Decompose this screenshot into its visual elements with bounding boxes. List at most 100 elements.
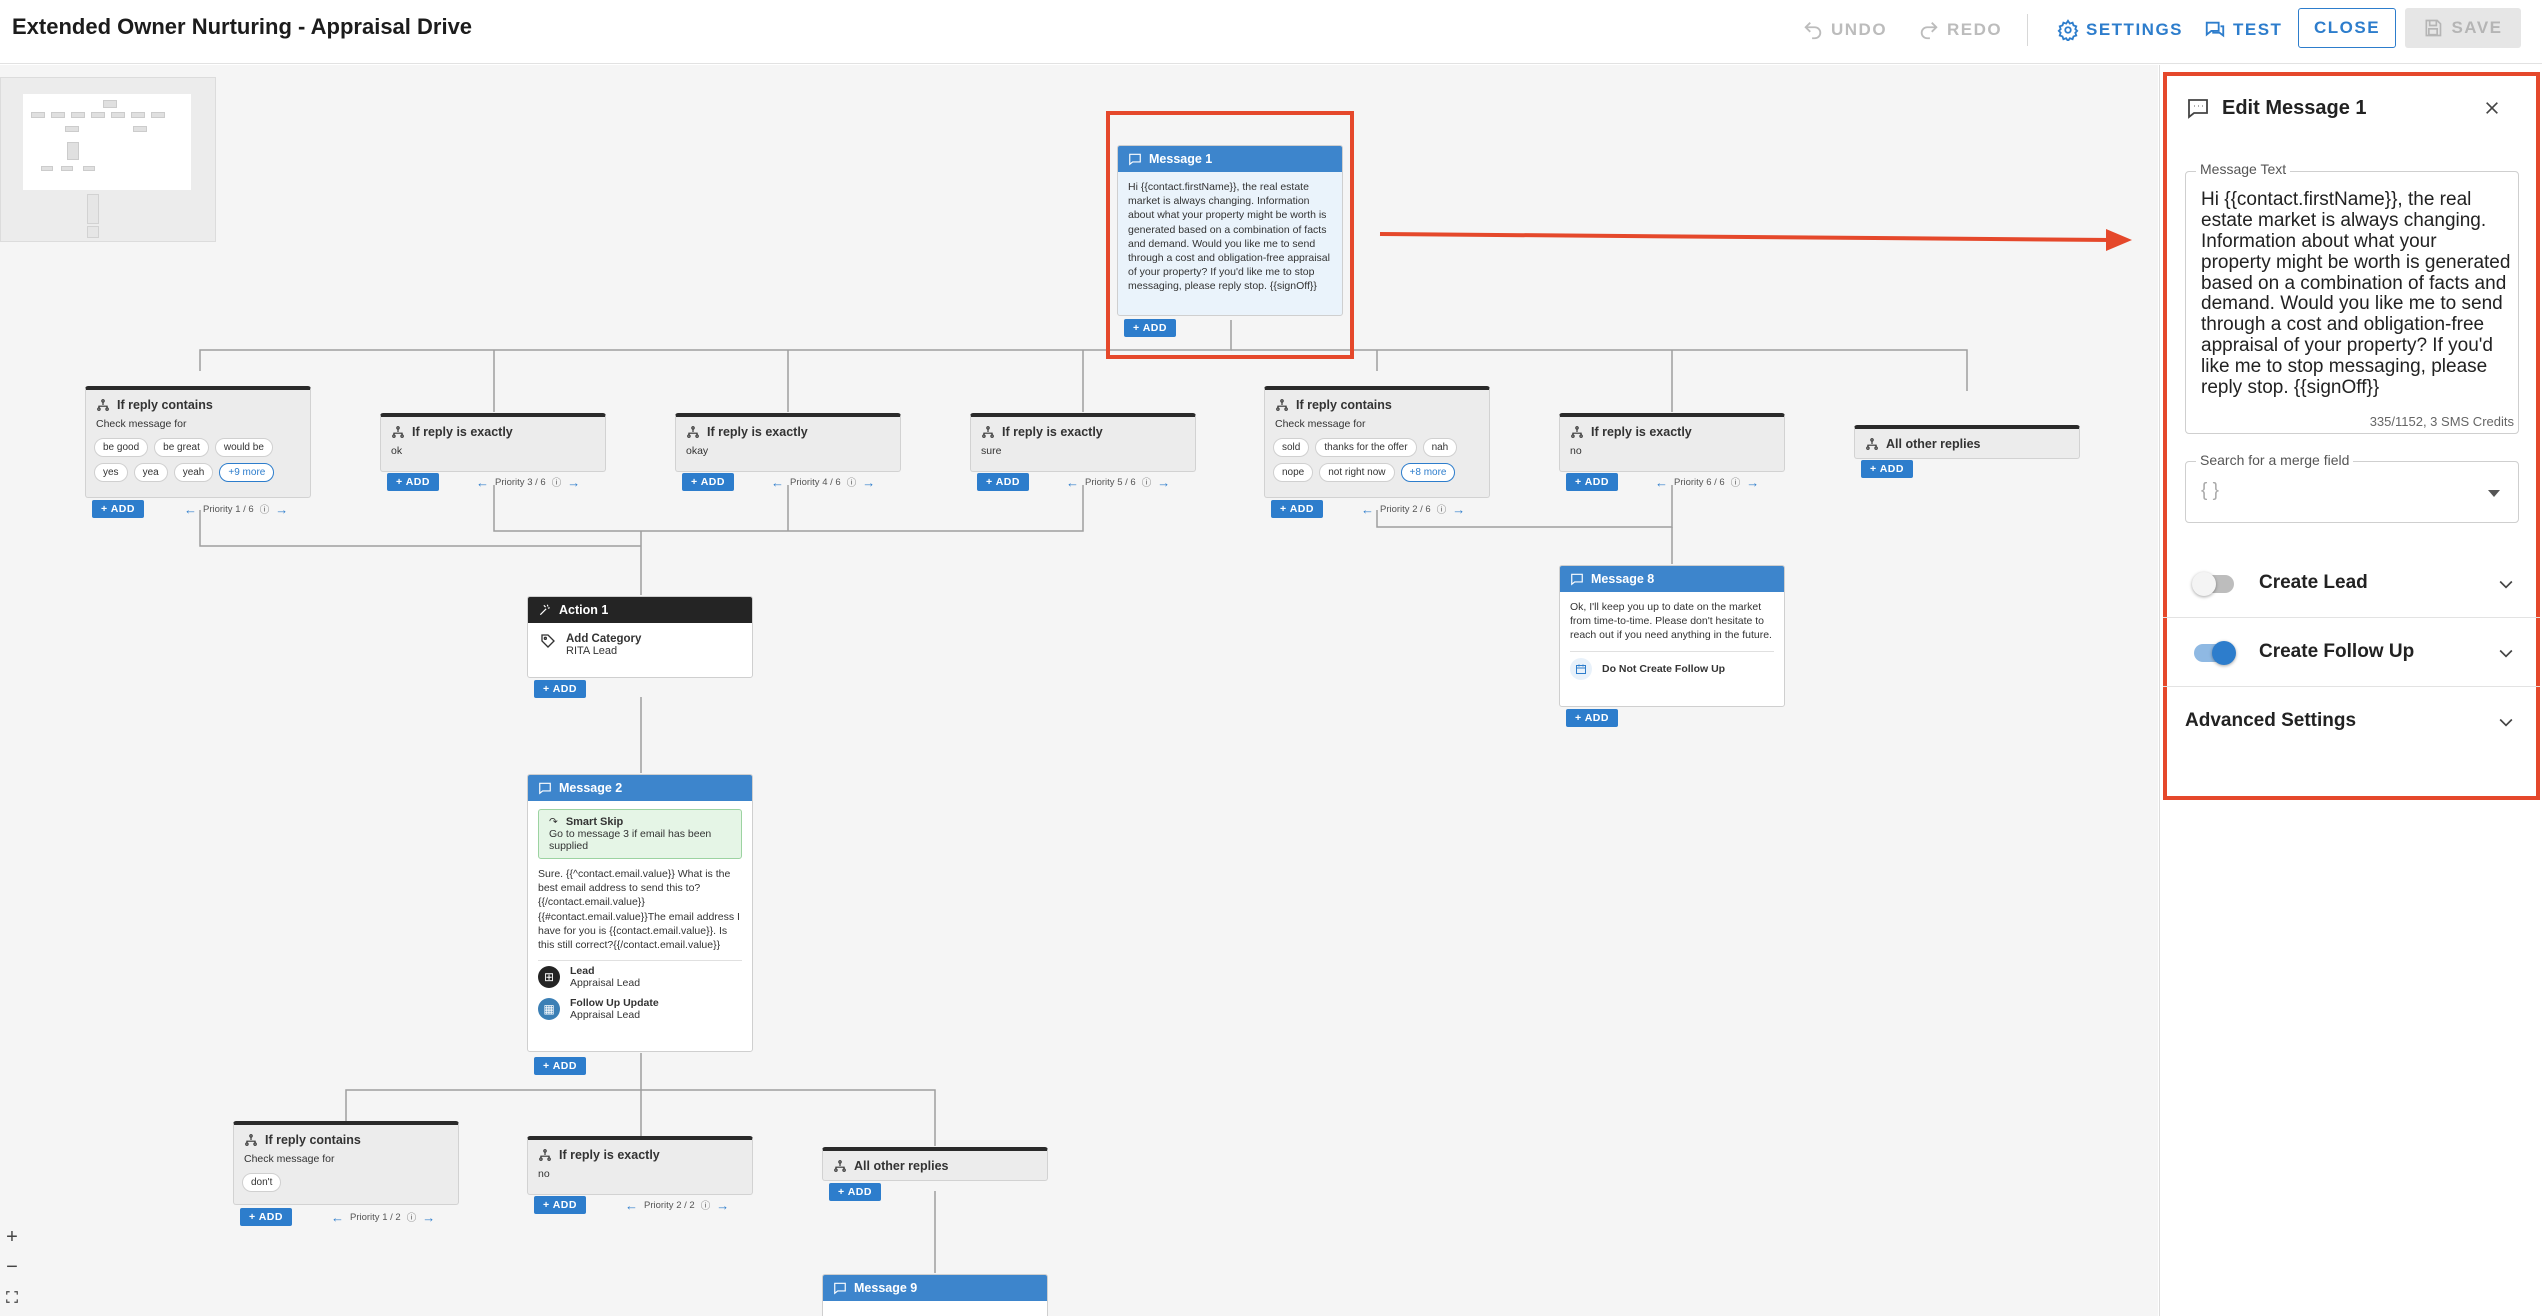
- add-button[interactable]: + ADD: [534, 1196, 586, 1214]
- condition-node-2[interactable]: If reply is exactly ok: [380, 413, 606, 472]
- message-9-node[interactable]: Message 9: [822, 1274, 1048, 1316]
- priority-control[interactable]: ← Priority 1 / 2 ⓘ →: [331, 1208, 435, 1226]
- condition-node-5[interactable]: If reply contains Check message for sold…: [1264, 386, 1490, 498]
- close-button[interactable]: CLOSE: [2298, 8, 2396, 48]
- add-button[interactable]: + ADD: [534, 680, 586, 698]
- priority-control[interactable]: ← Priority 3 / 6 ⓘ →: [476, 473, 580, 491]
- tag-icon: [541, 634, 555, 648]
- merge-field-value: { }: [2201, 480, 2219, 501]
- chevron-down-icon[interactable]: [2496, 643, 2516, 663]
- branch-icon: [1276, 399, 1288, 411]
- condition-node-8[interactable]: If reply contains Check message for don'…: [233, 1121, 459, 1205]
- save-icon: [2425, 19, 2442, 37]
- add-button[interactable]: + ADD: [387, 473, 439, 491]
- add-button[interactable]: + ADD: [977, 473, 1029, 491]
- action-1-node[interactable]: Action 1 Add Category RITA Lead: [527, 596, 753, 678]
- smart-skip-box: ↷ Smart Skip Go to message 3 if email has…: [538, 809, 742, 859]
- gear-icon: [2057, 19, 2079, 41]
- message-icon: [539, 782, 551, 795]
- message-icon: [1571, 573, 1583, 586]
- save-button[interactable]: SAVE: [2405, 8, 2521, 48]
- keyword-chip: not right now: [1319, 463, 1395, 482]
- page-title: Extended Owner Nurturing - Appraisal Dri…: [12, 14, 473, 39]
- condition-node-other[interactable]: All other replies: [1854, 425, 2080, 459]
- panel-header: Edit Message 1: [2186, 96, 2367, 120]
- condition-node-9[interactable]: If reply is exactly no: [527, 1136, 753, 1195]
- dropdown-arrow-icon[interactable]: [2488, 490, 2500, 497]
- priority-control[interactable]: ← Priority 5 / 6 ⓘ →: [1066, 473, 1170, 491]
- keyword-chip: would be: [214, 438, 273, 457]
- action-icon: [539, 604, 550, 616]
- condition-node-4[interactable]: If reply is exactly sure: [970, 413, 1196, 472]
- condition-node-3[interactable]: If reply is exactly okay: [675, 413, 901, 472]
- create-follow-up-section[interactable]: Create Follow Up: [2163, 619, 2540, 687]
- keyword-chip: don't: [242, 1173, 282, 1192]
- arrow-right-icon: →: [275, 501, 289, 517]
- branch-icon: [982, 426, 994, 438]
- add-button[interactable]: + ADD: [1271, 500, 1323, 518]
- message-icon: [834, 1282, 846, 1295]
- add-button[interactable]: + ADD: [1861, 460, 1913, 478]
- zoom-in-button[interactable]: +: [0, 1225, 24, 1249]
- priority-control[interactable]: ← Priority 1 / 6 ⓘ →: [184, 500, 288, 518]
- close-icon: [2486, 102, 2498, 114]
- priority-control[interactable]: ← Priority 2 / 2 ⓘ →: [625, 1196, 729, 1214]
- toolbar-divider: [2027, 14, 2028, 46]
- lead-icon: ⊞: [538, 966, 560, 989]
- create-follow-up-toggle[interactable]: [2194, 641, 2236, 665]
- character-counter: 335/1152, 3 SMS Credits: [2369, 414, 2514, 429]
- redo-button[interactable]: REDO: [1918, 12, 2002, 48]
- chevron-down-icon[interactable]: [2496, 574, 2516, 594]
- panel-close-button[interactable]: [2480, 96, 2504, 120]
- add-button[interactable]: + ADD: [829, 1183, 881, 1201]
- branch-icon: [1571, 426, 1583, 438]
- message-2-node[interactable]: Message 2 ↷ Smart Skip Go to message 3 if…: [527, 774, 753, 1052]
- priority-control[interactable]: ← Priority 2 / 6 ⓘ →: [1361, 500, 1465, 518]
- keyword-chip: be great: [154, 438, 209, 457]
- test-button[interactable]: TEST: [2204, 12, 2282, 48]
- condition-node-other-2[interactable]: All other replies: [822, 1147, 1048, 1181]
- keyword-chip: nah: [1422, 438, 1458, 457]
- add-button[interactable]: + ADD: [534, 1057, 586, 1075]
- advanced-settings-section[interactable]: Advanced Settings: [2163, 688, 2540, 756]
- keyword-chips: sold thanks for the offer nah nope not r…: [1265, 432, 1489, 488]
- branch-icon: [245, 1134, 257, 1146]
- add-button[interactable]: + ADD: [1566, 473, 1618, 491]
- create-lead-toggle[interactable]: [2192, 572, 2234, 596]
- followup-row: ▦ Follow Up Update Appraisal Lead: [528, 993, 752, 1025]
- info-icon: ⓘ: [259, 505, 270, 516]
- keyword-chips: be good be great would be yes yea yeah +…: [86, 432, 310, 488]
- branch-icon: [539, 1149, 551, 1161]
- message-8-node[interactable]: Message 8 Ok, I'll keep you up to date o…: [1559, 565, 1785, 707]
- branch-icon: [687, 426, 699, 438]
- more-keywords-chip[interactable]: +8 more: [1400, 463, 1456, 482]
- undo-button[interactable]: UNDO: [1802, 12, 1887, 48]
- skip-icon: ↷: [549, 816, 558, 828]
- priority-control[interactable]: ← Priority 4 / 6 ⓘ →: [771, 473, 875, 491]
- condition-node-6[interactable]: If reply is exactly no: [1559, 413, 1785, 472]
- zoom-out-button[interactable]: −: [0, 1255, 24, 1279]
- add-button[interactable]: + ADD: [682, 473, 734, 491]
- lead-row: ⊞ Lead Appraisal Lead: [528, 961, 752, 993]
- keyword-chip: yes: [94, 463, 128, 482]
- undo-icon: [1804, 22, 1822, 40]
- add-button[interactable]: + ADD: [1566, 709, 1618, 727]
- message-icon: [2188, 99, 2208, 119]
- add-button[interactable]: + ADD: [92, 500, 144, 518]
- merge-field-select[interactable]: [2185, 461, 2519, 523]
- panel-title: Edit Message 1: [2222, 96, 2367, 119]
- add-button[interactable]: + ADD: [240, 1208, 292, 1226]
- more-keywords-chip[interactable]: +9 more: [219, 463, 275, 482]
- priority-control[interactable]: ← Priority 6 / 6 ⓘ →: [1655, 473, 1759, 491]
- condition-node-1[interactable]: If reply contains Check message for be g…: [85, 386, 311, 498]
- chevron-down-icon[interactable]: [2496, 712, 2516, 732]
- flow-canvas[interactable]: Message 1 Hi {{contact.firstName}}, the …: [0, 65, 2158, 1316]
- create-lead-section[interactable]: Create Lead: [2163, 550, 2540, 618]
- fit-view-button[interactable]: [0, 1285, 24, 1309]
- message-text-input[interactable]: Hi {{contact.firstName}}, the real estat…: [2201, 190, 2511, 402]
- redo-icon: [1920, 22, 1938, 40]
- settings-button[interactable]: SETTINGS: [2057, 12, 2183, 48]
- keyword-chip: sold: [1273, 438, 1310, 457]
- calendar-icon: [1570, 657, 1592, 680]
- keyword-chip: yea: [133, 463, 168, 482]
